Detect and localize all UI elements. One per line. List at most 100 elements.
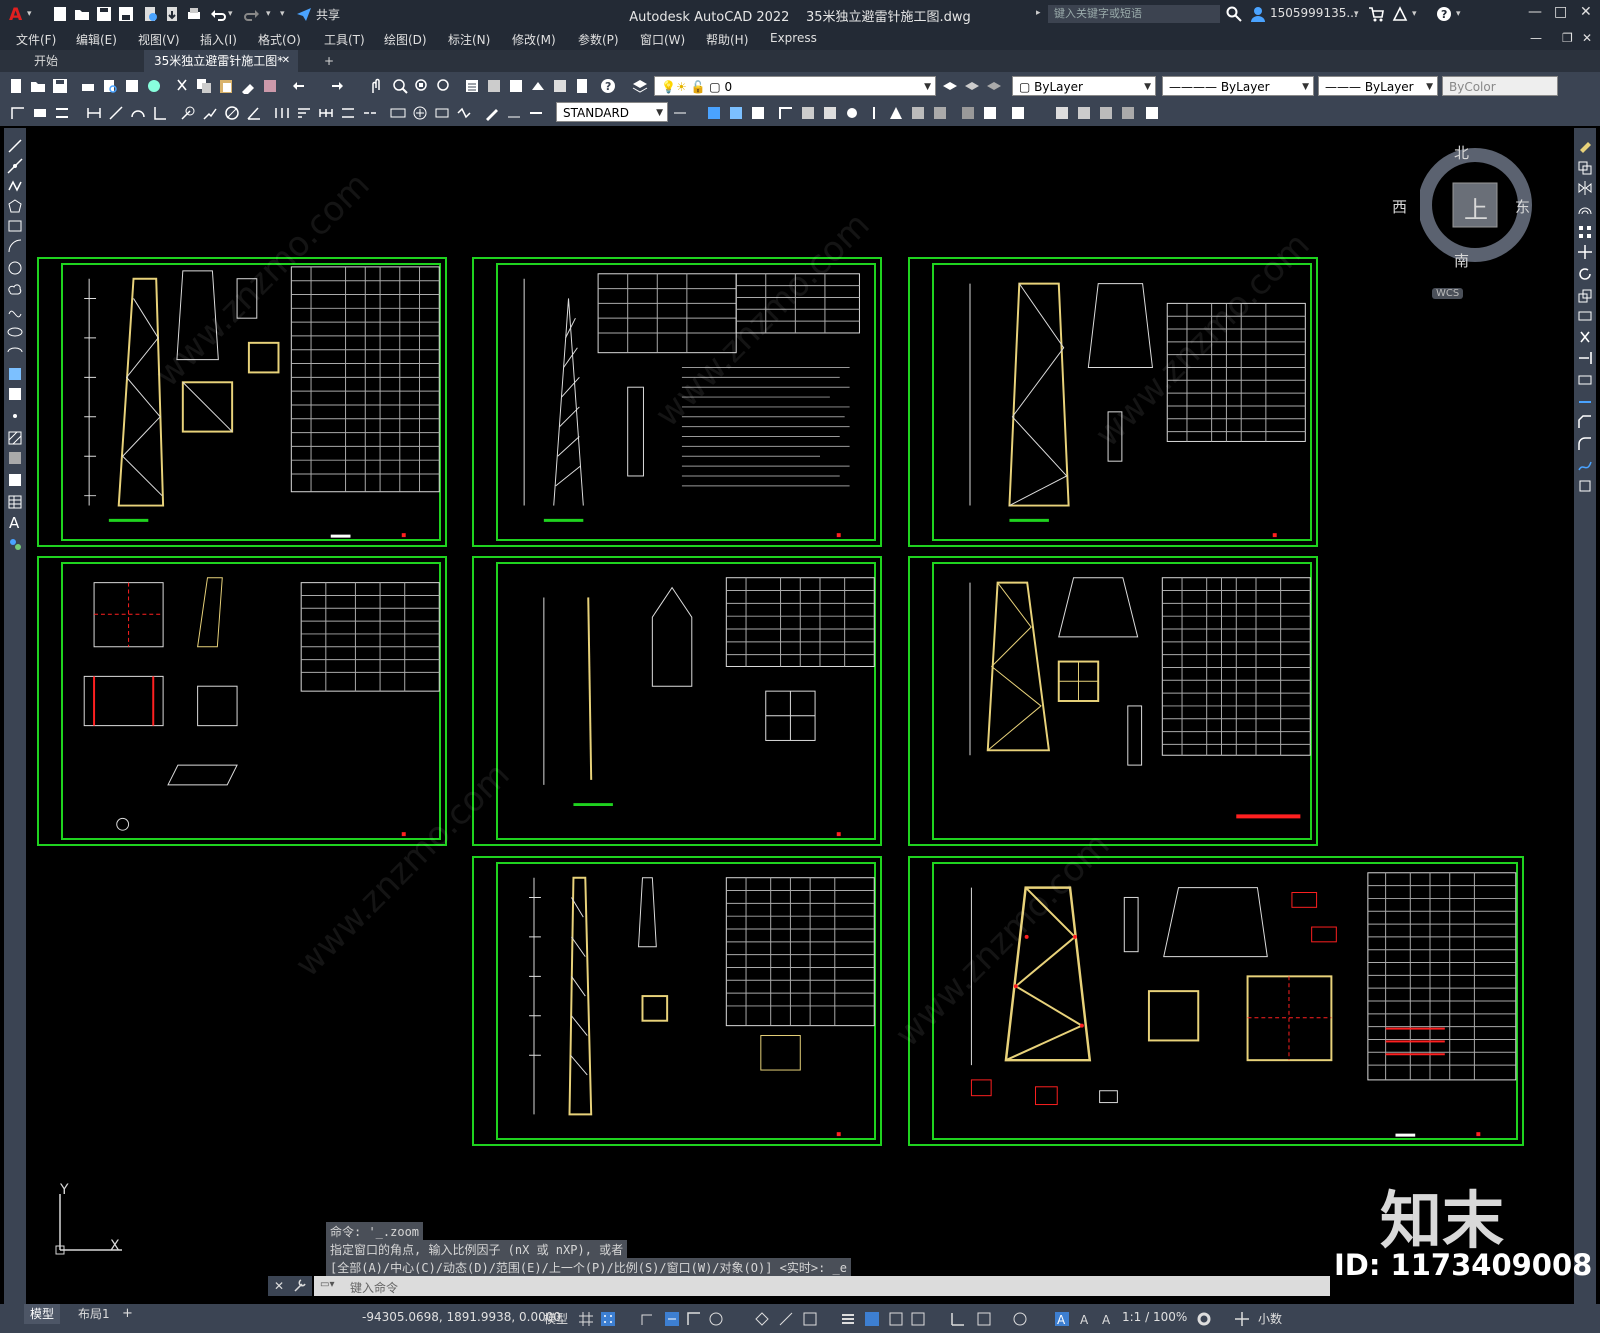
- menu-help[interactable]: 帮助(H): [706, 31, 748, 48]
- help-search-input[interactable]: 键入关键字或短语: [1048, 5, 1220, 23]
- menu-modify[interactable]: 修改(M): [512, 31, 556, 48]
- viewcube-east[interactable]: 东: [1515, 196, 1530, 217]
- gizmo-icon[interactable]: [1012, 1311, 1028, 1327]
- dim-baseline-icon[interactable]: [296, 105, 312, 121]
- fillet-icon[interactable]: [1577, 436, 1593, 452]
- offset-icon[interactable]: [1577, 202, 1593, 218]
- ucs-previous-icon[interactable]: [750, 105, 766, 121]
- center-mark-icon[interactable]: [412, 105, 428, 121]
- qdim-icon[interactable]: [10, 105, 26, 121]
- ucs-origin-icon[interactable]: [844, 105, 860, 121]
- stretch-icon[interactable]: [1577, 308, 1593, 324]
- selection-filter-icon[interactable]: [976, 1311, 992, 1327]
- publish-icon[interactable]: [124, 78, 140, 94]
- rotate-icon[interactable]: [1577, 266, 1593, 282]
- user-dropdown-icon[interactable]: ▾: [1354, 9, 1359, 19]
- scale-icon[interactable]: [1577, 288, 1593, 304]
- copy-icon[interactable]: [196, 78, 212, 94]
- add-layout-button[interactable]: +: [122, 1304, 133, 1324]
- menu-tools[interactable]: 工具(T): [324, 31, 365, 48]
- coordinates-readout[interactable]: -94305.0698, 1891.9938, 0.0000: [362, 1310, 561, 1324]
- dim-tedit-icon[interactable]: [506, 105, 522, 121]
- quickcalc-icon[interactable]: [574, 78, 590, 94]
- qnew-icon[interactable]: [8, 78, 24, 94]
- drawing-sheet-8[interactable]: [908, 856, 1524, 1146]
- layer-dropdown[interactable]: 💡☀ 🔓 ▢ 0 ▼: [654, 76, 936, 96]
- tab-drawing[interactable]: 35米独立避雷针施工图* ✕: [144, 50, 298, 72]
- trim-icon[interactable]: [1577, 330, 1593, 346]
- plotstyle-dropdown[interactable]: ByColor: [1442, 76, 1558, 96]
- polygon-icon[interactable]: [7, 198, 23, 214]
- qdim-icon-2[interactable]: [274, 105, 290, 121]
- doc-restore-button[interactable]: ❐: [1562, 31, 1573, 45]
- paste-icon[interactable]: [218, 78, 234, 94]
- dim-linear-icon[interactable]: [86, 105, 102, 121]
- save-icon[interactable]: [52, 78, 68, 94]
- viewcube-north[interactable]: 北: [1454, 142, 1469, 163]
- open-icon[interactable]: [30, 78, 46, 94]
- erase-icon[interactable]: [1577, 138, 1593, 154]
- help-icon[interactable]: ?: [600, 78, 616, 94]
- copy-object-icon[interactable]: [1577, 160, 1593, 176]
- ellipse-arc-icon[interactable]: [7, 344, 23, 360]
- plot-icon[interactable]: [80, 78, 96, 94]
- extend-icon[interactable]: [1577, 350, 1593, 366]
- block-editor-icon[interactable]: [262, 78, 278, 94]
- doc-minimize-button[interactable]: —: [1530, 31, 1542, 45]
- auto-scale-icon[interactable]: A: [1078, 1311, 1094, 1327]
- autodesk-store-icon[interactable]: [1368, 6, 1384, 22]
- view-bottom-icon[interactable]: [1144, 105, 1160, 121]
- design-center-icon[interactable]: [486, 78, 502, 94]
- isodraft-icon[interactable]: [754, 1311, 770, 1327]
- command-input[interactable]: ▭▾ 键入命令: [314, 1276, 1330, 1296]
- tab-close-icon[interactable]: ✕: [282, 50, 290, 72]
- line-tool-icon[interactable]: [7, 138, 23, 154]
- selection-cycling-icon[interactable]: [888, 1311, 904, 1327]
- dim-break-icon[interactable]: [362, 105, 378, 121]
- zoom-realtime-icon[interactable]: [392, 78, 408, 94]
- dynamic-input-icon[interactable]: [664, 1311, 680, 1327]
- revision-cloud-icon[interactable]: [7, 282, 23, 298]
- lineweight-dropdown[interactable]: ——— ByLayer ▼: [1318, 76, 1438, 96]
- search-icon[interactable]: [1226, 6, 1242, 22]
- annotation-scale-readout[interactable]: 1:1 / 100%: [1122, 1310, 1187, 1324]
- circle-icon[interactable]: [7, 260, 23, 276]
- 3d-object-snap-icon[interactable]: [910, 1311, 926, 1327]
- menu-dimension[interactable]: 标注(N): [448, 31, 490, 48]
- dim-space-icon[interactable]: [340, 105, 356, 121]
- help-dropdown-icon[interactable]: ▾: [1456, 9, 1461, 19]
- transparency-icon[interactable]: [864, 1311, 880, 1327]
- ucs-apply-icon[interactable]: [982, 105, 998, 121]
- ucs-icon[interactable]: [706, 105, 722, 121]
- menu-insert[interactable]: 插入(I): [200, 31, 237, 48]
- color-dropdown[interactable]: ▢ ByLayer ▼: [1012, 76, 1156, 96]
- viewcube-south[interactable]: 南: [1454, 250, 1469, 271]
- ucs-y-icon[interactable]: [932, 105, 948, 121]
- command-recent-icon[interactable]: ▭▾: [320, 1279, 334, 1290]
- menu-window[interactable]: 窗口(W): [640, 31, 685, 48]
- dim-style-icon[interactable]: [672, 105, 688, 121]
- mirror-icon[interactable]: [1577, 180, 1593, 196]
- view-front-icon[interactable]: [1054, 105, 1070, 121]
- hatch-icon[interactable]: [7, 430, 23, 446]
- insert-block-icon[interactable]: [7, 366, 23, 382]
- grid-icon[interactable]: [578, 1311, 594, 1327]
- view-right-icon[interactable]: [1098, 105, 1114, 121]
- ortho-icon[interactable]: [686, 1311, 702, 1327]
- array-icon[interactable]: [1577, 224, 1593, 240]
- viewcube-top-face[interactable]: 上: [1464, 190, 1488, 225]
- plot-preview-icon[interactable]: [102, 78, 118, 94]
- cut-icon[interactable]: [174, 78, 190, 94]
- user-icon[interactable]: [1250, 6, 1266, 22]
- redo-icon[interactable]: [328, 78, 344, 94]
- annotation-visibility-icon[interactable]: A: [1054, 1311, 1070, 1327]
- dim-jogged-icon[interactable]: [202, 105, 218, 121]
- menu-format[interactable]: 格式(O): [258, 31, 301, 48]
- wcs-menu[interactable]: WCS: [1432, 288, 1464, 299]
- point-icon[interactable]: [7, 408, 23, 424]
- annotation-monitor-icon[interactable]: [1234, 1311, 1250, 1327]
- dim-edit-icon[interactable]: [32, 105, 48, 121]
- workspace-gear-icon[interactable]: [1196, 1311, 1212, 1327]
- layer-properties-icon[interactable]: [632, 78, 648, 94]
- ucs-x-icon[interactable]: [910, 105, 926, 121]
